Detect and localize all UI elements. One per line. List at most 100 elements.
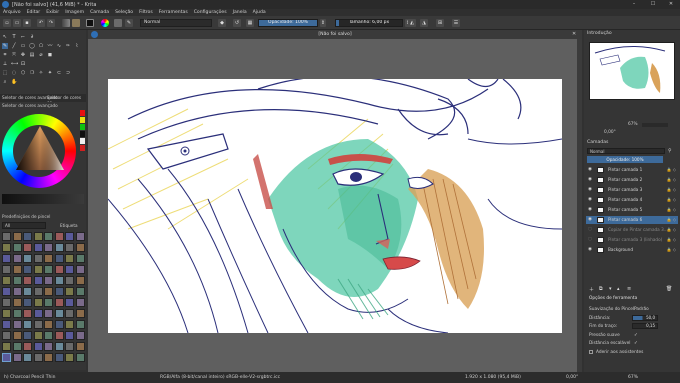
move-layer-down-button[interactable]: ▾ [609,286,612,292]
close-button[interactable]: ✕ [662,0,680,9]
brush-preset-item[interactable] [23,265,32,274]
erase-mode-icon[interactable]: ◆ [218,19,226,27]
layer-visibility-icon[interactable]: ◉ [588,176,594,184]
brush-preset-item[interactable] [54,342,64,351]
calligraphy-icon[interactable]: ∂ [29,34,35,40]
layer-visibility-icon[interactable]: ◉ [588,206,594,214]
preset-tag-button[interactable]: Etiqueta [60,223,78,228]
brush-preset-item[interactable] [44,331,53,340]
brush-preset-item[interactable] [2,276,11,285]
brush-preset-item[interactable] [2,287,11,296]
brush-preset-item[interactable] [75,287,85,296]
zoom-tool-icon[interactable]: ⌕ [2,79,8,85]
vertical-scrollbar[interactable] [577,39,582,372]
size-slider[interactable]: Tamanho: 6,00 px [335,19,403,27]
brush-preset-item[interactable] [54,232,64,241]
distance-field[interactable]: 50,0 [632,315,658,321]
brush-preset-item[interactable] [54,331,64,340]
layers-opacity-slider[interactable]: Opacidade: 100% [587,156,663,163]
brush-preset-item[interactable] [54,265,64,274]
brush-preset-item[interactable] [12,276,22,285]
brush-preset-item[interactable] [2,265,11,274]
brush-preset-item[interactable] [33,254,43,263]
brush-preset-item[interactable] [2,320,11,329]
brush-preset-item[interactable] [75,254,85,263]
brush-preset-item[interactable] [23,331,32,340]
brush-preset-item[interactable] [12,265,22,274]
maximize-button[interactable]: ☐ [644,0,662,9]
color-selector-icon[interactable] [101,19,109,27]
brush-preset-item[interactable] [2,309,11,318]
magnetic-select-icon[interactable]: ⊃ [65,70,71,76]
brush-preset-item[interactable] [23,243,32,252]
brush-preset-item[interactable] [44,243,53,252]
color-strip-black[interactable] [80,131,85,137]
layer-properties-button[interactable]: ≡ [627,286,631,292]
move-tool-icon[interactable]: ✥ [20,52,26,58]
brush-preset-item[interactable] [65,342,74,351]
layer-lock-icon[interactable]: 🔒 ◇ [667,176,676,184]
brush-preset-item[interactable] [75,331,85,340]
color-strip-white[interactable] [80,138,85,144]
reference-tool-icon[interactable]: ⊡ [20,61,26,67]
new-document-icon[interactable]: ▫ [3,19,11,27]
brush-preset-item[interactable] [12,342,22,351]
brush-preset-item[interactable] [23,254,32,263]
close-document-icon[interactable]: ✕ [572,31,576,37]
color-strip-yellow[interactable] [80,117,85,123]
brush-preset-item[interactable] [75,353,85,362]
freehand-brush-icon[interactable]: ✎ [2,43,8,49]
layer-visibility-icon[interactable]: ◉ [588,196,594,204]
brush-preset-item[interactable] [2,342,11,351]
layer-visibility-icon[interactable]: ◌ [588,236,594,244]
rectangle-tool-icon[interactable]: ▭ [20,43,26,49]
menu-janela[interactable]: Janela [230,9,250,16]
brush-preset-item[interactable] [33,287,43,296]
brush-preset-item[interactable] [44,320,53,329]
brush-preset-item[interactable] [23,276,32,285]
brush-preset-item[interactable] [2,243,11,252]
menu-camada[interactable]: Camada [87,9,112,16]
brush-preset-item[interactable] [2,331,11,340]
opacity-slider[interactable]: Opacidade: 100% [258,19,318,27]
layer-lock-icon[interactable]: 🔒 ◇ [667,226,676,234]
layer-visibility-icon[interactable]: ◉ [588,186,594,194]
layer-row[interactable]: ◉ Pintar camada 5 🔒 ◇ [586,206,678,214]
brush-preset-item[interactable] [65,243,74,252]
move-layer-up-button[interactable]: ▴ [617,286,620,292]
menu-configuracoes[interactable]: Configurações [191,9,230,16]
layer-lock-icon[interactable]: 🔒 ◇ [667,246,676,254]
brush-preset-item[interactable] [23,298,32,307]
brush-preset-item[interactable] [33,309,43,318]
layer-row[interactable]: ◉ Pintar camada 3 🔒 ◇ [586,186,678,194]
minimize-button[interactable]: – [625,0,643,9]
brush-preset-item[interactable] [44,353,53,362]
color-strip-red-2[interactable] [80,145,85,151]
save-icon[interactable]: ▪ [23,19,31,27]
menu-selecao[interactable]: Seleção [112,9,136,16]
brush-preset-item[interactable] [2,298,11,307]
overview-zoom-slider[interactable] [642,123,668,127]
brush-preset-item[interactable] [12,243,22,252]
brush-preset-item[interactable] [44,298,53,307]
freehand-path-icon[interactable]: ✑ [65,43,71,49]
edit-shapes-icon[interactable]: ⌐ [20,34,26,40]
bezier-select-icon[interactable]: ⊂ [56,70,62,76]
mirror-horizontal-icon[interactable]: ◭ [408,19,416,27]
brush-preset-item[interactable] [33,243,43,252]
gradient-tool-icon[interactable]: ▤ [29,52,35,58]
assistants-checkbox[interactable] [589,350,593,354]
menu-ferramentas[interactable]: Ferramentas [156,9,191,16]
layer-row[interactable]: ◉ Pintar camada 2 🔒 ◇ [586,176,678,184]
brush-preset-item[interactable] [65,331,74,340]
brush-preset-item[interactable] [2,232,11,241]
layer-lock-icon[interactable]: 🔒 ◇ [667,166,676,174]
layer-visibility-icon[interactable]: ◉ [588,216,594,224]
measure-tool-icon[interactable]: ⟷ [11,61,18,67]
undo-icon[interactable]: ↶ [37,19,45,27]
brush-preset-item[interactable] [44,276,53,285]
line-tool-icon[interactable]: ╱ [11,43,17,49]
layer-lock-icon[interactable]: 🔒 ◇ [667,216,676,224]
wrap-around-icon[interactable]: ⊞ [436,19,444,27]
brush-preset-item[interactable] [2,254,11,263]
